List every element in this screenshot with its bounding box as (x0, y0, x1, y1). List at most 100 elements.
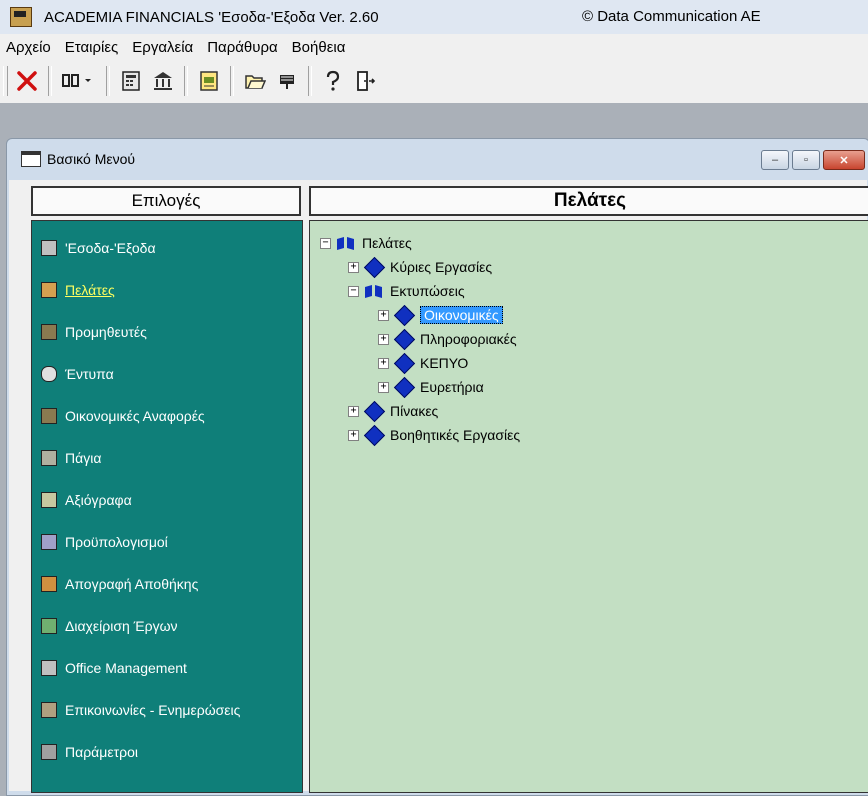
toolbar-grip[interactable] (3, 66, 8, 96)
window-icon (21, 151, 41, 167)
folder-open-icon[interactable] (241, 67, 269, 95)
tree-node-printouts[interactable]: − Εκτυπώσεις (348, 279, 520, 303)
columns-dropdown-icon[interactable] (59, 67, 99, 95)
calculator-icon[interactable] (117, 67, 145, 95)
nav-item-budgets[interactable]: Προϋπολογισμοί (32, 521, 302, 563)
fixed-assets-icon (41, 450, 57, 466)
nav-item-parameters[interactable]: Παράμετροι (32, 731, 302, 773)
menu-tree: − Πελάτες + Κύριες Εργασίες − Εκτυπώσεις (320, 231, 520, 447)
menu-tools[interactable]: Εργαλεία (125, 39, 200, 56)
nav-item-label: Διαχείριση Έργων (65, 618, 178, 634)
nav-item-inventory[interactable]: Απογραφή Αποθήκης (32, 563, 302, 605)
diamond-icon (393, 352, 416, 374)
diamond-icon (393, 328, 416, 350)
nav-item-financial-reports[interactable]: Οικονομικές Αναφορές (32, 395, 302, 437)
section-header: Πελάτες (309, 186, 868, 216)
nav-item-income-expenses[interactable]: 'Εσοδα-'Εξοδα (32, 227, 302, 269)
toolbar-separator (230, 66, 234, 96)
expand-icon[interactable]: + (378, 309, 389, 321)
forms-icon (41, 366, 57, 382)
nav-item-forms[interactable]: Έντυπα (32, 353, 302, 395)
menu-file[interactable]: Αρχείο (0, 39, 58, 56)
nav-item-label: Απογραφή Αποθήκης (65, 576, 199, 592)
nav-item-label: Office Management (65, 660, 187, 676)
main-menu-window: Βασικό Μενού ‒ ▫ ✕ Επιλογές Πελάτες 'Εσο… (6, 138, 868, 796)
ledger-icon (41, 240, 57, 256)
projects-icon (41, 618, 57, 634)
diamond-icon (363, 400, 386, 422)
parameters-icon (41, 744, 57, 760)
nav-item-communications[interactable]: Επικοινωνίες - Ενημερώσεις (32, 689, 302, 731)
diamond-icon (363, 424, 386, 446)
tree-panel: − Πελάτες + Κύριες Εργασίες − Εκτυπώσεις (309, 220, 868, 793)
securities-icon (41, 492, 57, 508)
nav-item-label: Οικονομικές Αναφορές (65, 408, 205, 424)
menu-companies[interactable]: Εταιρίες (58, 39, 126, 56)
tree-node-tables[interactable]: + Πίνακες (348, 399, 520, 423)
collapse-icon[interactable]: − (348, 285, 359, 297)
tree-node-informational[interactable]: + Πληροφοριακές (378, 327, 520, 351)
maximize-button[interactable]: ▫ (792, 150, 820, 170)
nav-item-customers[interactable]: Πελάτες (32, 269, 302, 311)
nav-item-label: Αξιόγραφα (65, 492, 132, 508)
expand-icon[interactable]: + (348, 405, 359, 417)
tree-node-main-tasks[interactable]: + Κύριες Εργασίες (348, 255, 520, 279)
tree-node-label: Πελάτες (362, 235, 412, 251)
inventory-icon (41, 576, 57, 592)
nav-item-label: Προϋπολογισμοί (65, 534, 168, 550)
expand-icon[interactable]: + (348, 429, 359, 441)
mdi-area: Βασικό Μενού ‒ ▫ ✕ Επιλογές Πελάτες 'Εσο… (0, 103, 868, 796)
diamond-icon (393, 304, 416, 326)
tree-node-customers[interactable]: − Πελάτες (320, 231, 520, 255)
flag-icon[interactable] (273, 67, 301, 95)
nav-item-securities[interactable]: Αξιόγραφα (32, 479, 302, 521)
tree-node-financial[interactable]: + Οικονομικές (378, 303, 520, 327)
menu-help[interactable]: Βοήθεια (285, 39, 353, 56)
minimize-button[interactable]: ‒ (761, 150, 789, 170)
diamond-icon (393, 376, 416, 398)
expand-icon[interactable]: + (378, 381, 389, 393)
app-icon[interactable] (10, 7, 32, 27)
window-controls: ‒ ▫ ✕ (758, 150, 865, 170)
tree-node-label: Κύριες Εργασίες (390, 259, 493, 275)
nav-item-office-management[interactable]: Office Management (32, 647, 302, 689)
tree-node-label: Πληροφοριακές (420, 331, 517, 347)
title-bar: ACADEMIA FINANCIALS 'Εσοδα-'Εξοδα Ver. 2… (0, 0, 868, 35)
close-button[interactable]: ✕ (823, 150, 865, 170)
tree-node-label: Πίνακες (390, 403, 439, 419)
financial-reports-icon (41, 408, 57, 424)
app-title: ACADEMIA FINANCIALS 'Εσοδα-'Εξοδα Ver. 2… (44, 8, 379, 26)
expand-icon[interactable]: + (378, 357, 389, 369)
expand-icon[interactable]: + (348, 261, 359, 273)
toolbar (0, 61, 868, 101)
diamond-icon (363, 256, 386, 278)
tree-node-kepyo[interactable]: + ΚΕΠΥΟ (378, 351, 520, 375)
budget-icon (41, 534, 57, 550)
window-title-bar[interactable]: Βασικό Μενού ‒ ▫ ✕ (7, 139, 868, 179)
menu-windows[interactable]: Παράθυρα (200, 39, 284, 56)
tree-node-auxiliary-tasks[interactable]: + Βοηθητικές Εργασίες (348, 423, 520, 447)
nav-item-fixed-assets[interactable]: Πάγια (32, 437, 302, 479)
exit-door-icon[interactable] (351, 67, 379, 95)
tree-node-label: ΚΕΠΥΟ (420, 355, 469, 371)
options-header: Επιλογές (31, 186, 301, 216)
book-icon (365, 284, 382, 299)
report-icon[interactable] (195, 67, 223, 95)
nav-item-label: Παράμετροι (65, 744, 138, 760)
expand-icon[interactable]: + (378, 333, 389, 345)
nav-item-suppliers[interactable]: Προμηθευτές (32, 311, 302, 353)
nav-item-projects[interactable]: Διαχείριση Έργων (32, 605, 302, 647)
nav-item-label: 'Εσοδα-'Εξοδα (65, 240, 156, 256)
tree-node-label: Εκτυπώσεις (390, 283, 465, 299)
collapse-icon[interactable]: − (320, 237, 331, 249)
book-icon (337, 236, 354, 251)
communications-icon (41, 702, 57, 718)
close-icon[interactable] (13, 67, 41, 95)
customer-icon (41, 282, 57, 298)
tree-node-label: Βοηθητικές Εργασίες (390, 427, 521, 443)
toolbar-separator (48, 66, 52, 96)
bank-icon[interactable] (149, 67, 177, 95)
window-client: Επιλογές Πελάτες 'Εσοδα-'Εξοδα Πελάτες Π… (9, 180, 868, 793)
tree-node-indexes[interactable]: + Ευρετήρια (378, 375, 520, 399)
help-icon[interactable] (319, 67, 347, 95)
